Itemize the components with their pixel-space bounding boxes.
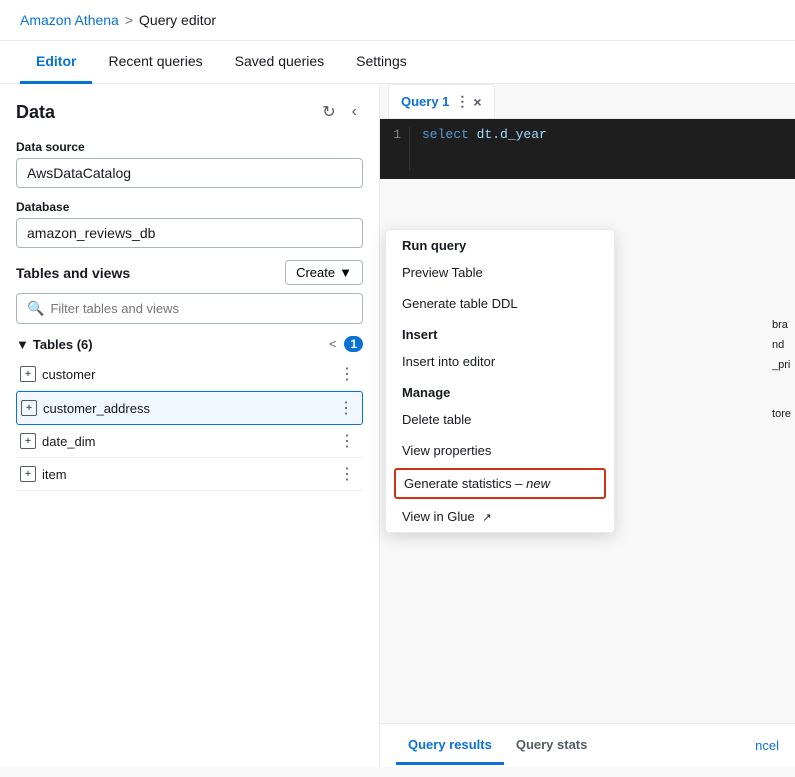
table-row: + customer ⋮ <box>16 358 363 391</box>
ctx-insert-editor[interactable]: Insert into editor <box>386 346 614 377</box>
ctx-view-in-glue-label: View in Glue <box>402 509 475 524</box>
external-link-icon: ↗︎ <box>482 512 491 524</box>
query-tab-close-icon[interactable]: × <box>473 94 481 110</box>
left-panel-header: Data ↻ ‹ <box>16 100 363 124</box>
ctx-generate-stats-badge: new <box>526 476 550 491</box>
query-tab-kebab-icon[interactable]: ⋮ <box>455 93 469 110</box>
code-editor[interactable]: 1 select dt.d_year <box>380 119 795 179</box>
collapse-button[interactable]: ‹ <box>346 100 363 124</box>
table-icon-customer: + <box>20 366 36 382</box>
ctx-run-section-label: Run query <box>386 230 614 257</box>
overflow-bra: bra <box>772 316 791 336</box>
table-icon-date-dim: + <box>20 433 36 449</box>
tabs-bar: Editor Recent queries Saved queries Sett… <box>0 41 795 84</box>
data-source-label: Data source <box>16 140 363 154</box>
tables-views-header: Tables and views Create ▼ <box>16 260 363 285</box>
results-bar: Query results Query stats ncel <box>380 723 795 767</box>
breadcrumb-bar: Amazon Athena > Query editor <box>0 0 795 41</box>
code-keyword-select: select <box>422 127 469 142</box>
results-tab-query-stats[interactable]: Query stats <box>504 727 600 765</box>
ctx-generate-stats[interactable]: Generate statistics – new <box>394 468 606 499</box>
refresh-button[interactable]: ↻ <box>316 100 341 124</box>
tables-count-indicator: < <box>329 337 336 351</box>
code-content[interactable]: select dt.d_year <box>410 127 795 171</box>
database-label: Database <box>16 200 363 214</box>
data-panel-title: Data <box>16 102 55 123</box>
ctx-view-properties[interactable]: View properties <box>386 435 614 466</box>
table-menu-item[interactable]: ⋮ <box>335 464 359 484</box>
tab-saved-queries[interactable]: Saved queries <box>219 41 341 84</box>
overflow-tore: tore <box>772 405 791 425</box>
tables-page-indicator: 1 <box>344 336 363 352</box>
ctx-insert-section-label: Insert <box>386 319 614 346</box>
create-button[interactable]: Create ▼ <box>285 260 363 285</box>
query-tab-1[interactable]: Query 1 ⋮ × <box>388 84 495 118</box>
tab-editor[interactable]: Editor <box>20 41 92 84</box>
data-source-value: AwsDataCatalog <box>16 158 363 188</box>
table-row: + date_dim ⋮ <box>16 425 363 458</box>
ctx-view-in-glue[interactable]: View in Glue ↗︎ <box>386 501 614 532</box>
query-tab-actions: ⋮ × <box>455 93 481 110</box>
search-icon: 🔍 <box>27 300 44 317</box>
table-row-highlighted: + customer_address ⋮ <box>16 391 363 425</box>
tables-collapse-icon: ▼ <box>16 337 29 352</box>
left-panel: Data ↻ ‹ Data source AwsDataCatalog Data… <box>0 84 380 767</box>
overflow-pri: _pri <box>772 356 791 376</box>
create-chevron-icon: ▼ <box>339 265 352 280</box>
code-field: dt.d_year <box>477 127 547 142</box>
query-tabs-bar: Query 1 ⋮ × <box>380 84 795 119</box>
table-name-customer: customer <box>42 367 335 382</box>
breadcrumb-separator: > <box>125 12 133 28</box>
tab-recent-queries[interactable]: Recent queries <box>92 41 218 84</box>
create-button-label: Create <box>296 265 335 280</box>
table-icon-item: + <box>20 466 36 482</box>
cancel-button[interactable]: ncel <box>755 738 779 753</box>
table-menu-customer[interactable]: ⋮ <box>335 364 359 384</box>
tables-views-label: Tables and views <box>16 265 130 281</box>
ctx-manage-section-label: Manage <box>386 377 614 404</box>
filter-input[interactable] <box>50 301 352 316</box>
filter-box[interactable]: 🔍 <box>16 293 363 324</box>
tables-section-label: Tables (6) <box>33 337 93 352</box>
table-name-date-dim: date_dim <box>42 434 335 449</box>
tab-settings[interactable]: Settings <box>340 41 423 84</box>
ctx-delete-table[interactable]: Delete table <box>386 404 614 435</box>
ctx-preview-table[interactable]: Preview Table <box>386 257 614 288</box>
breadcrumb-parent-link[interactable]: Amazon Athena <box>20 12 119 28</box>
breadcrumb-current: Query editor <box>139 12 216 28</box>
table-row: + item ⋮ <box>16 458 363 491</box>
table-name-customer-address: customer_address <box>43 401 334 416</box>
ctx-generate-ddl[interactable]: Generate table DDL <box>386 288 614 319</box>
ctx-generate-stats-label: Generate statistics <box>404 476 512 491</box>
query-tab-label: Query 1 <box>401 94 449 109</box>
table-icon-customer-address: + <box>21 400 37 416</box>
database-value: amazon_reviews_db <box>16 218 363 248</box>
tables-section-header: ▼ Tables (6) < 1 <box>16 336 363 352</box>
table-menu-customer-address[interactable]: ⋮ <box>334 398 358 418</box>
overflow-nd: nd <box>772 336 791 356</box>
context-menu: Run query Preview Table Generate table D… <box>385 229 615 533</box>
right-overflow-text: bra nd _pri tore <box>768 314 795 427</box>
main-layout: Data ↻ ‹ Data source AwsDataCatalog Data… <box>0 84 795 767</box>
table-name-item: item <box>42 467 335 482</box>
results-tab-query-results[interactable]: Query results <box>396 727 504 765</box>
table-menu-date-dim[interactable]: ⋮ <box>335 431 359 451</box>
line-number: 1 <box>380 127 410 171</box>
